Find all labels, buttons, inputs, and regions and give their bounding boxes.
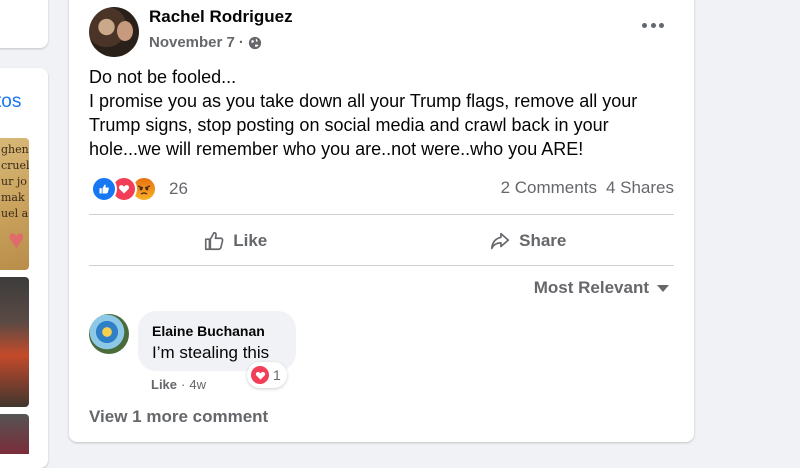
thumbnail-text-line: ur jo [1,175,27,188]
heart-drawing: ♥ [8,224,25,255]
comment-author[interactable]: Elaine Buchanan [152,323,265,339]
reaction-count[interactable]: 26 [169,179,188,199]
author-name[interactable]: Rachel Rodriguez [149,7,293,27]
comment-actions: Like · 4w [151,377,206,392]
post-meta: November 7 · [149,34,262,51]
thumbs-up-icon [205,231,224,251]
thumbnail-text-line: ghen [1,143,29,156]
engagement-counts: 2 Comments 4 Shares [501,178,674,198]
comment-time[interactable]: 4w [189,377,206,392]
post-text: Do not be fooled... I promise you as you… [89,67,638,159]
photos-link[interactable]: tos [0,91,21,113]
comment-text: I’m stealing this [152,343,270,362]
love-icon [251,366,269,384]
left-card-top [0,0,48,48]
like-label: Like [233,231,268,250]
photo-thumbnail-1[interactable]: ghen cruel ur jo mak uel a ♥ [0,138,29,270]
thumbnail-text-line: cruel [1,159,29,172]
globe-icon[interactable] [248,36,262,50]
comment-reaction-badge[interactable]: 1 [247,362,287,388]
meta-separator: · [181,377,186,392]
view-more-comments-link[interactable]: View 1 more comment [89,407,268,427]
post-card: Rachel Rodriguez November 7 · Do not be … [69,0,694,442]
thumbnail-text-line: uel a [1,207,29,220]
share-arrow-icon [491,232,510,250]
post-actions: Like Share [89,218,674,264]
photo-thumbnail-3[interactable] [0,414,29,454]
share-button[interactable]: Share [382,218,675,264]
commenter-avatar[interactable] [89,314,129,354]
comment-like-button[interactable]: Like [151,377,177,392]
more-options-icon[interactable] [642,18,664,32]
post-date[interactable]: November 7 [149,34,235,51]
caret-down-icon [657,284,669,292]
meta-separator: · [238,34,244,51]
author-avatar[interactable] [89,7,139,57]
photo-thumbnail-2[interactable] [0,277,29,407]
thumbnail-text-line: mak [1,191,25,204]
divider [89,214,674,215]
sort-label: Most Relevant [533,278,649,297]
like-button[interactable]: Like [89,218,382,264]
share-label: Share [519,231,567,250]
comment-sort-dropdown[interactable]: Most Relevant [534,278,669,298]
comments-count-link[interactable]: 2 Comments [501,178,597,198]
divider [89,265,674,266]
like-icon [91,176,117,202]
comment-reaction-count: 1 [273,367,281,383]
reactions-summary[interactable]: 26 [91,176,188,202]
shares-count-link[interactable]: 4 Shares [606,178,674,198]
